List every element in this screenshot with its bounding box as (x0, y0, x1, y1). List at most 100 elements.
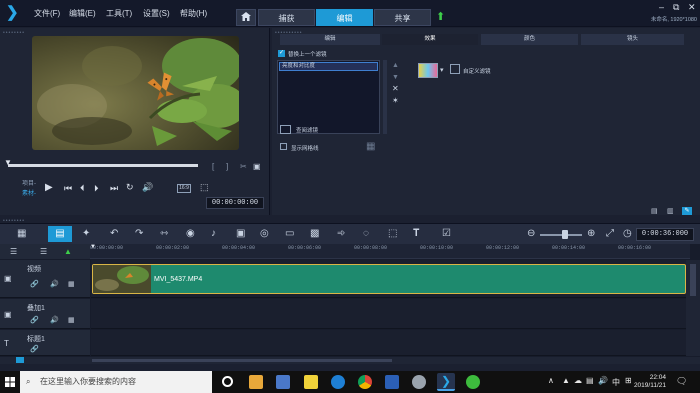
track-header-overlay[interactable]: ▣ 叠加1 🔗 🔊 ▦ (0, 299, 90, 329)
compare-filter-icon[interactable] (280, 125, 291, 134)
play-icon[interactable]: ▶ (45, 182, 53, 193)
tab-options-color[interactable]: 颜色 (481, 34, 578, 45)
onedrive-icon[interactable]: ☁ (574, 376, 582, 385)
motion-tracking-icon[interactable]: ◎ (260, 228, 269, 239)
chevron-down-icon[interactable]: ▾ (440, 66, 444, 74)
chapter-point-icon[interactable]: ☰ (40, 247, 47, 256)
ime-indicator[interactable]: 中 (612, 377, 620, 388)
move-down-icon[interactable]: ▼ (392, 74, 399, 81)
auto-music-icon[interactable]: ▣ (236, 228, 245, 239)
windows-start-icon[interactable] (5, 377, 15, 387)
end-frame-icon[interactable]: ⏭ (110, 183, 118, 194)
maximize-button[interactable]: ⧉ (673, 2, 679, 13)
toolbar-grip-icon[interactable]: •••••••• (3, 218, 25, 224)
filter-list-scrollbar[interactable] (383, 60, 387, 134)
track-lane-title[interactable] (91, 330, 686, 356)
crop-icon[interactable]: ⬚ (388, 228, 397, 239)
reset-filter-icon[interactable]: ✶ (392, 96, 399, 105)
menu-file[interactable]: 文件(F) (34, 8, 60, 19)
scrub-bar[interactable] (8, 164, 198, 167)
resize-icon[interactable]: ⬚ (200, 182, 209, 193)
panel-grip-icon[interactable]: •••••••• (3, 30, 25, 36)
menu-tools[interactable]: 工具(T) (106, 8, 132, 19)
edge-icon[interactable] (331, 375, 345, 389)
app-disc-icon[interactable] (412, 375, 426, 389)
smart-proxy-icon[interactable]: ☑ (442, 228, 451, 239)
tools-icon[interactable]: ✦ (82, 228, 90, 239)
tray-app-icon[interactable]: ▲ (562, 376, 570, 385)
fit-project-icon[interactable]: ⤢ (606, 228, 614, 239)
library-view-icon[interactable]: ▤ (651, 207, 658, 215)
home-frame-icon[interactable]: ⏮ (64, 183, 72, 194)
mark-out-icon[interactable]: ] (226, 162, 228, 171)
menu-help[interactable]: 帮助(H) (180, 8, 207, 19)
zoom-out-icon[interactable]: ⊖ (527, 228, 535, 239)
delete-filter-icon[interactable]: ✕ (392, 84, 399, 93)
zoom-in-icon[interactable]: ⊕ (587, 228, 595, 239)
timeline-horizontal-scrollbar[interactable] (0, 357, 700, 364)
cortana-icon[interactable] (222, 376, 233, 387)
input-method-icon[interactable]: ⊞ (625, 376, 632, 385)
split-clip-icon[interactable]: ✂ (240, 162, 247, 171)
preview-video[interactable] (32, 36, 239, 150)
track-volume-icon[interactable]: 🔊 (50, 316, 59, 324)
tab-capture[interactable]: 捕获 (258, 9, 315, 26)
tray-up-icon[interactable]: ∧ (548, 376, 554, 385)
mark-in-icon[interactable]: [ (212, 162, 214, 171)
menu-settings[interactable]: 设置(S) (143, 8, 170, 19)
wechat-icon[interactable] (466, 375, 480, 389)
menu-edit[interactable]: 编辑(E) (69, 8, 96, 19)
tab-options-lens[interactable]: 镜头 (581, 34, 684, 45)
custom-filter-icon[interactable] (450, 64, 460, 74)
preview-timecode[interactable]: 00:00:00:00 (206, 197, 264, 209)
show-grid-checkbox[interactable] (280, 143, 287, 150)
link-icon[interactable]: 🔗 (30, 280, 39, 288)
repeat-icon[interactable]: ↻ (126, 182, 134, 193)
list-item[interactable]: 亮度和对比度 (279, 62, 378, 71)
timeline-clip[interactable]: MVI_5437.MP4 (92, 264, 686, 294)
word-icon[interactable] (385, 375, 399, 389)
zoom-slider-handle[interactable] (562, 230, 568, 239)
storyboard-view-icon[interactable]: ▦ (17, 228, 26, 239)
clock-icon[interactable]: ◷ (623, 228, 632, 239)
taskbar-search-input[interactable]: 在这里输入你要搜索的内容 (20, 371, 212, 393)
track-header-video[interactable]: ▣ 视频 🔗 🔊 ▦ (0, 260, 90, 298)
filter-preset-thumbnail[interactable] (418, 63, 438, 78)
move-up-icon[interactable]: ▲ (392, 62, 399, 69)
link-icon[interactable]: 🔗 (30, 316, 39, 324)
record-icon[interactable]: ◉ (186, 228, 195, 239)
fit-icon[interactable]: ⇿ (160, 228, 168, 239)
home-button[interactable] (236, 9, 256, 26)
track-volume-icon[interactable]: 🔊 (50, 280, 59, 288)
track-header-title[interactable]: T 标题1 🔗 (0, 330, 90, 356)
tab-options-edit[interactable]: 编辑 (280, 34, 380, 45)
timeline-vertical-scrollbar[interactable] (686, 260, 700, 356)
add-cue-icon[interactable]: ▲ (64, 247, 72, 256)
project-timecode[interactable]: 0:00:36:000 (636, 228, 694, 241)
replace-filter-checkbox[interactable]: ✓ (278, 50, 285, 57)
project-mode-label[interactable]: 项目- (22, 178, 36, 187)
taskbar-clock[interactable]: 22:04 2019/11/21 (634, 374, 666, 390)
ripple-edit-icon[interactable]: ▦ (68, 316, 75, 324)
chrome-icon[interactable] (358, 375, 372, 389)
undo-icon[interactable]: ↶ (110, 228, 118, 239)
upload-arrow-icon[interactable]: ⬆ (436, 10, 445, 23)
track-add-button[interactable] (16, 357, 24, 363)
tab-share[interactable]: 共享 (374, 9, 431, 26)
timeline-view-icon[interactable]: ▤ (48, 226, 72, 242)
multi-camera-icon[interactable]: ▩ (310, 228, 319, 239)
next-frame-icon[interactable]: ⏵ (94, 183, 99, 194)
filter-list[interactable]: 亮度和对比度 (277, 60, 380, 134)
track-lane-overlay[interactable] (91, 299, 686, 329)
link-icon[interactable]: 🔗 (30, 345, 39, 353)
sound-mixer-icon[interactable]: ♪ (211, 228, 216, 239)
network-icon[interactable]: ▤ (586, 376, 594, 385)
snapshot-icon[interactable]: ▣ (253, 162, 261, 171)
redo-icon[interactable]: ↷ (135, 228, 143, 239)
clip-mode-label[interactable]: 素材- (22, 188, 36, 197)
file-explorer-icon[interactable] (249, 375, 263, 389)
video-editor-taskbar-icon[interactable]: ❯ (437, 373, 455, 391)
notification-icon[interactable]: 🗨 (676, 376, 687, 387)
close-button[interactable]: ✕ (688, 2, 696, 13)
zoom-slider[interactable] (540, 234, 582, 236)
